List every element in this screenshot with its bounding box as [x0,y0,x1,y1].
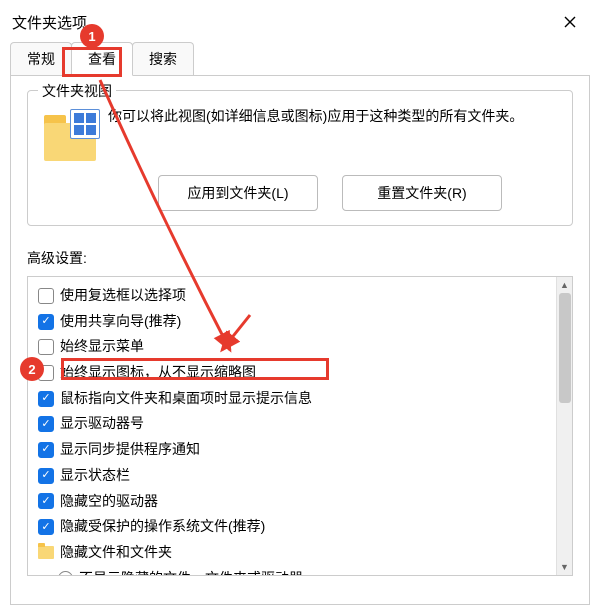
folder-icon [38,546,54,559]
item-label: 使用复选框以选择项 [60,285,186,307]
advanced-item[interactable]: 始终显示图标，从不显示缩略图 [36,360,548,386]
item-label: 显示同步提供程序通知 [60,439,200,461]
scroll-down-button[interactable]: ▼ [557,559,572,575]
advanced-item[interactable]: 不显示隐藏的文件、文件夹或驱动器 [36,566,548,575]
checkbox[interactable] [38,442,54,458]
folder-views-legend: 文件夹视图 [38,81,116,101]
advanced-item[interactable]: 显示驱动器号 [36,411,548,437]
item-label: 鼠标指向文件夹和桌面项时显示提示信息 [60,388,312,410]
advanced-item[interactable]: 隐藏文件和文件夹 [36,540,548,566]
item-label: 始终显示图标，从不显示缩略图 [60,362,256,384]
advanced-item[interactable]: 使用复选框以选择项 [36,283,548,309]
close-icon [564,16,576,28]
scrollbar[interactable]: ▲ ▼ [556,277,572,575]
advanced-item[interactable]: 使用共享向导(推荐) [36,309,548,335]
radio[interactable] [58,571,73,575]
item-label: 始终显示菜单 [60,336,144,358]
advanced-item[interactable]: 隐藏受保护的操作系统文件(推荐) [36,514,548,540]
tab-view[interactable]: 查看 [71,42,133,76]
checkbox[interactable] [38,468,54,484]
checkbox[interactable] [38,391,54,407]
advanced-settings-list: 使用复选框以选择项使用共享向导(推荐) 始终显示菜单始终显示图标，从不显示缩略图鼠… [27,276,573,576]
apply-to-folders-button[interactable]: 应用到文件夹(L) [158,175,318,211]
advanced-item[interactable]: 隐藏空的驱动器 [36,489,548,515]
item-label: 隐藏空的驱动器 [60,491,158,513]
checkbox[interactable] [38,416,54,432]
reset-folders-button[interactable]: 重置文件夹(R) [342,175,502,211]
annotation-badge-1: 1 [80,24,104,48]
window-title: 文件夹选项 [12,12,87,33]
tab-panel-view: 文件夹视图 你可以将此视图(如详细信息或图标)应用于这种类型的所有文件夹。 应用… [10,75,590,605]
annotation-badge-2: 2 [20,357,44,381]
close-button[interactable] [552,8,588,36]
tab-general[interactable]: 常规 [10,42,72,76]
checkbox[interactable] [38,314,54,330]
advanced-settings-label: 高级设置: [27,248,573,268]
item-label: 隐藏文件和文件夹 [60,542,172,564]
scroll-up-button[interactable]: ▲ [557,277,572,293]
item-label: 显示驱动器号 [60,413,144,435]
checkbox[interactable] [38,493,54,509]
scroll-thumb[interactable] [559,293,571,403]
advanced-item[interactable]: 始终显示菜单 [36,334,548,360]
checkbox[interactable] [38,339,54,355]
item-label: 不显示隐藏的文件、文件夹或驱动器 [79,568,303,575]
checkbox[interactable] [38,288,54,304]
folder-views-desc: 你可以将此视图(如详细信息或图标)应用于这种类型的所有文件夹。 [108,105,556,129]
folder-views-group: 文件夹视图 你可以将此视图(如详细信息或图标)应用于这种类型的所有文件夹。 应用… [27,90,573,226]
tab-search[interactable]: 搜索 [132,42,194,76]
item-label: 使用共享向导(推荐) [60,311,181,333]
checkbox[interactable] [38,519,54,535]
item-label: 显示状态栏 [60,465,130,487]
folder-thumbnail-icon [44,109,96,161]
advanced-item[interactable]: 显示同步提供程序通知 [36,437,548,463]
item-label: 隐藏受保护的操作系统文件(推荐) [60,516,265,538]
advanced-item[interactable]: 鼠标指向文件夹和桌面项时显示提示信息 [36,386,548,412]
advanced-item[interactable]: 显示状态栏 [36,463,548,489]
